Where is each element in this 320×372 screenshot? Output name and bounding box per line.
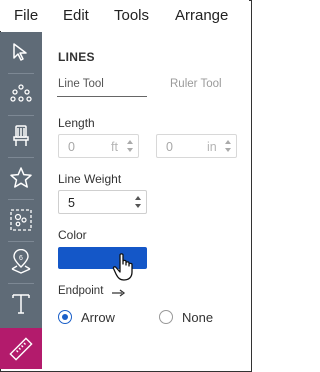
length-inches-unit: in [207,140,217,154]
endpoint-arrow-radio[interactable] [58,310,72,324]
stepper-arrows-icon[interactable] [134,194,142,210]
tab-ruler-tool[interactable]: Ruler Tool [170,78,222,90]
endpoint-none-label[interactable]: None [182,310,213,325]
tab-line-tool[interactable]: Line Tool [58,78,104,90]
star-icon [10,167,32,188]
menu-arrange[interactable]: Arrange [175,7,228,24]
length-inches-value: 0 [166,140,173,154]
text-tool[interactable] [0,284,42,324]
lines-panel: LINES Line Tool Ruler Tool Length 0 ft 0… [42,32,249,369]
select-arrow-icon [13,43,27,61]
menu-bar: File Edit Tools Arrange [0,0,249,31]
endpoint-label: Endpoint [58,285,104,297]
line-weight-label: Line Weight [58,172,122,186]
map-pin-badge: 6 [19,255,23,262]
endpoint-none-radio[interactable] [159,310,173,324]
color-label: Color [58,228,87,242]
panel-title: LINES [58,50,95,64]
tab-underline [57,96,147,97]
line-weight-value: 5 [68,196,75,210]
group-tool[interactable] [0,200,42,240]
furniture-tool[interactable] [0,116,42,156]
line-weight-input[interactable]: 5 [58,190,147,214]
symbol-tool[interactable] [0,158,42,198]
text-icon [12,294,30,314]
hand-pointer-icon [112,253,133,281]
map-pin-icon: 6 [11,249,31,274]
endpoint-arrow-label[interactable]: Arrow [81,310,115,325]
length-feet-unit: ft [111,140,118,154]
group-select-icon [10,209,32,231]
ruler-tool[interactable] [0,328,42,369]
left-toolbar: 6 [0,32,42,369]
chair-icon [13,125,29,146]
menu-edit[interactable]: Edit [63,7,89,24]
length-feet-input[interactable]: 0 ft [58,134,139,158]
location-tool[interactable]: 6 [0,242,42,282]
node-dots-icon [10,84,32,102]
select-tool[interactable] [0,32,42,72]
length-label: Length [58,116,95,130]
menu-tools[interactable]: Tools [114,7,149,24]
length-inches-input[interactable]: 0 in [156,134,237,158]
stepper-arrows-icon[interactable] [126,138,134,154]
stepper-arrows-icon[interactable] [224,138,232,154]
node-tool[interactable] [0,74,42,114]
menu-file[interactable]: File [14,7,38,24]
arrow-right-icon [112,289,126,297]
length-feet-value: 0 [68,140,75,154]
ruler-icon [9,336,33,361]
